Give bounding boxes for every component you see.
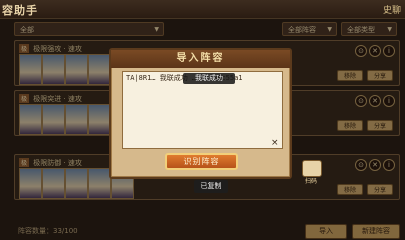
dialog-title: 导入阵容: [111, 50, 290, 68]
scan-icon: [302, 160, 322, 177]
top-right-label: 史聊: [382, 6, 401, 16]
import-dialog: 导入阵容 TA|8R1… 我联成功 … 29c39c55a1 × 识别阵容: [109, 48, 292, 179]
scan-label: 扫码: [304, 178, 317, 185]
toast-copied: 已复制: [194, 180, 228, 193]
page-title: 容助手: [2, 4, 38, 17]
recognize-lineup-button[interactable]: 识别阵容: [165, 153, 238, 170]
toast-success: 我联成功: [183, 73, 235, 84]
top-bar: 容助手 史聊: [0, 0, 405, 19]
clear-icon[interactable]: ×: [271, 138, 279, 148]
scan-button[interactable]: 扫码: [300, 160, 322, 186]
